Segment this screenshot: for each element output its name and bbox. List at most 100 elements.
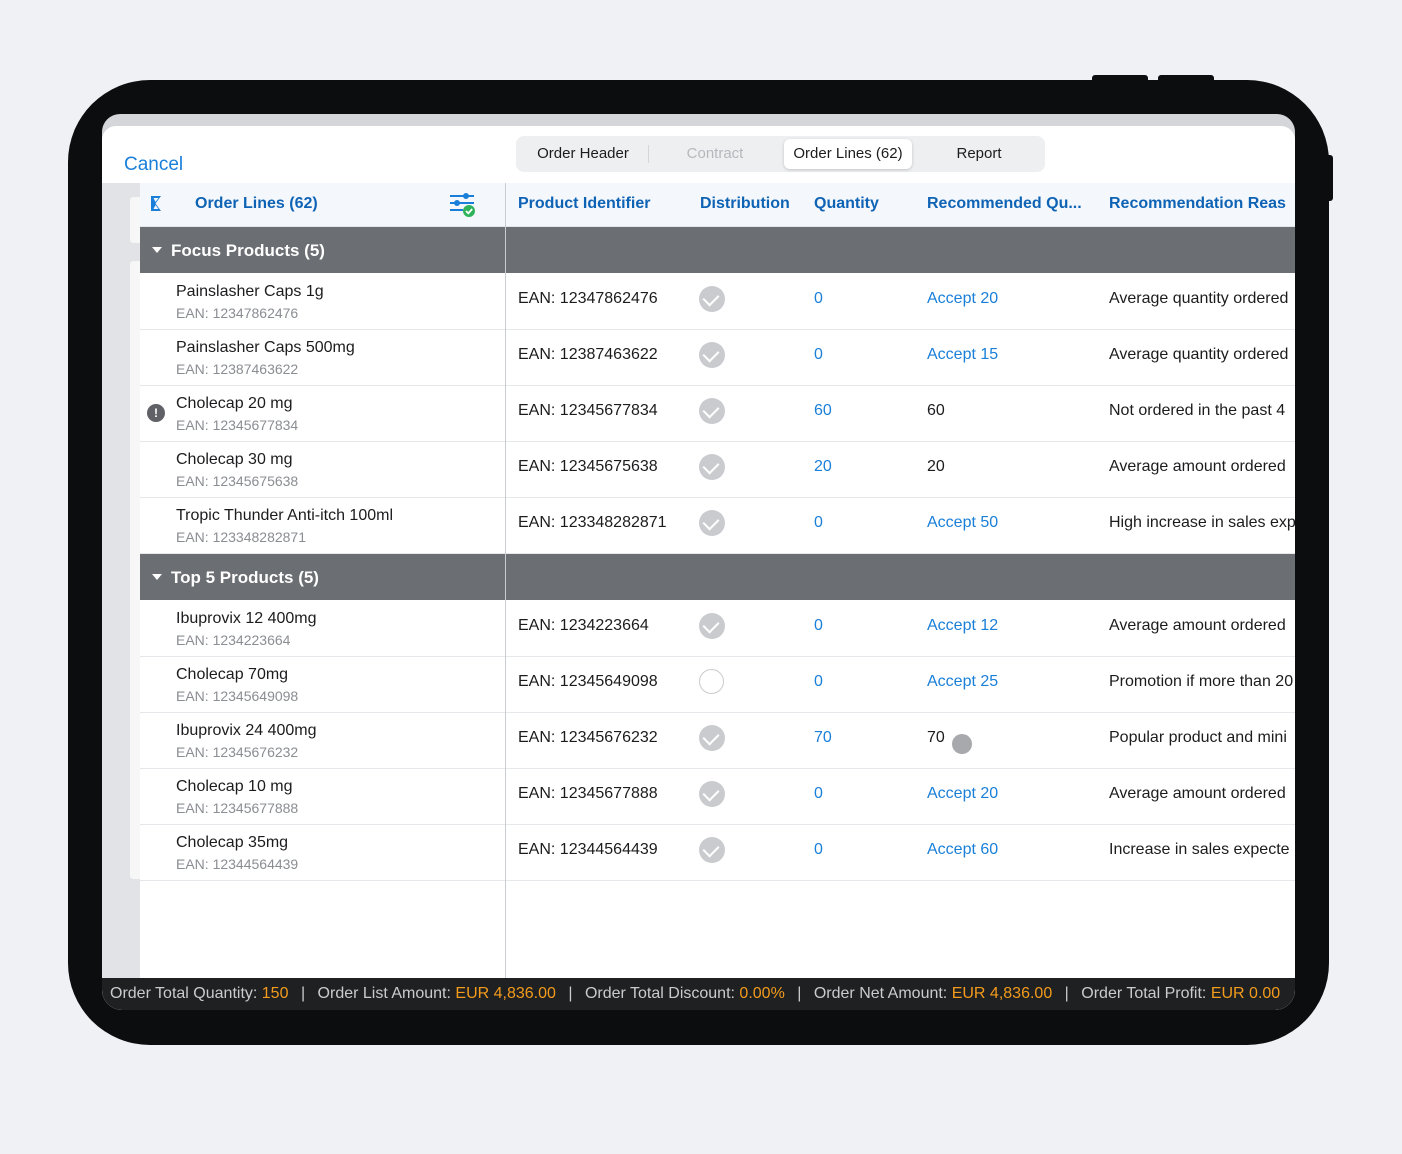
background-panel-card [130,261,140,879]
quantity-value[interactable]: 0 [814,617,823,635]
product-name: Cholecap 30 mg [176,451,293,468]
table-row[interactable]: Ibuprovix 12 400mg EAN: 1234223664 EAN: … [140,601,1295,657]
total-quantity-label: Order Total Quantity: [110,985,258,1002]
column-header-distribution[interactable]: Distribution [700,195,790,213]
recommendation-reason: Promotion if more than 20 [1109,673,1294,690]
device-side-button [1327,155,1333,201]
sigma-icon[interactable] [150,195,162,212]
recommended-quantity: 70 [927,729,945,746]
product-ean: EAN: 12345675638 [176,473,299,489]
recommendation-reason: High increase in sales exp [1109,514,1295,531]
accept-recommendation-link[interactable]: Accept 60 [927,841,998,859]
product-identifier: EAN: 1234223664 [518,617,649,634]
product-ean: EAN: 12345649098 [176,688,299,704]
accept-recommendation-link[interactable]: Accept 25 [927,673,998,691]
recommendation-reason: Average amount ordered [1109,785,1286,802]
profit-value: EUR 0.00 [1210,985,1281,1002]
column-header-recommended-quantity[interactable]: Recommended Qu... [927,195,1082,213]
quantity-value[interactable]: 0 [814,785,823,803]
empty-circle-icon[interactable] [699,669,724,694]
recommendation-reason: Average quantity ordered [1109,346,1289,363]
accept-recommendation-link[interactable]: Accept 20 [927,290,998,308]
product-ean: EAN: 12345676232 [176,744,299,760]
tab-report[interactable]: Report [916,139,1042,169]
quantity-value[interactable]: 0 [814,290,823,308]
separator: | [300,985,306,1002]
tab-segmented-control: Order Header Contract Order Lines (62) R… [516,136,1045,172]
filter-settings-icon[interactable] [449,192,476,218]
quantity-value[interactable]: 0 [814,346,823,364]
quantity-value[interactable]: 60 [814,402,832,420]
recommendation-reason: Not ordered in the past 4 [1109,402,1286,419]
profit-label: Order Total Profit: [1081,985,1207,1002]
product-ean: EAN: 12344564439 [176,856,299,872]
table-row[interactable]: Cholecap 10 mg EAN: 12345677888 EAN: 123… [140,769,1295,825]
product-identifier: EAN: 12347862476 [518,290,658,307]
order-sheet: Cancel Order Header Contract Order Lines… [102,126,1295,1010]
check-circle-icon[interactable] [699,837,725,863]
check-circle-icon[interactable] [699,286,725,312]
check-circle-icon[interactable] [699,613,725,639]
table-row[interactable]: Tropic Thunder Anti-itch 100ml EAN: 1233… [140,498,1295,554]
quantity-value[interactable]: 0 [814,514,823,532]
product-identifier: EAN: 12345677888 [518,785,658,802]
quantity-value[interactable]: 0 [814,841,823,859]
group-label: Top 5 Products (5) [152,568,319,588]
table-row[interactable]: Cholecap 30 mg EAN: 12345675638 EAN: 123… [140,442,1295,498]
column-header-quantity[interactable]: Quantity [814,195,879,213]
product-name: Cholecap 35mg [176,834,289,851]
tab-order-lines[interactable]: Order Lines (62) [784,139,912,169]
check-circle-icon[interactable] [699,342,725,368]
product-identifier: EAN: 12345675638 [518,458,658,475]
tab-order-header[interactable]: Order Header [520,139,646,169]
accept-recommendation-link[interactable]: Accept 12 [927,617,998,635]
product-name: Tropic Thunder Anti-itch 100ml [176,507,393,524]
recommendation-reason: Average amount ordered [1109,458,1286,475]
table-row[interactable]: Painslasher Caps 1g EAN: 12347862476 EAN… [140,274,1295,330]
group-title: Top 5 Products (5) [171,568,319,587]
product-identifier: EAN: 12387463622 [518,346,658,363]
recommended-quantity: 60 [927,402,945,419]
accept-recommendation-link[interactable]: Accept 15 [927,346,998,364]
separator: | [568,985,573,1002]
recommendation-reason: Popular product and mini [1109,729,1287,746]
caret-down-icon [152,573,162,580]
check-circle-icon[interactable] [699,781,725,807]
recommended-quantity: 20 [927,458,945,475]
column-header-recommendation-reason[interactable]: Recommendation Reas [1109,195,1286,213]
product-identifier: EAN: 12345677834 [518,402,658,419]
product-name: Cholecap 10 mg [176,778,293,795]
caret-down-icon [152,246,162,253]
product-ean: EAN: 12347862476 [176,305,299,321]
product-identifier: EAN: 123348282871 [518,514,667,531]
quantity-value[interactable]: 70 [814,729,832,747]
table-row[interactable]: Ibuprovix 24 400mg EAN: 12345676232 EAN:… [140,713,1295,769]
recommendation-reason: Average amount ordered [1109,617,1286,634]
quantity-value[interactable]: 20 [814,458,832,476]
tab-contract[interactable]: Contract [650,139,780,169]
separator: | [1064,985,1069,1002]
warning-icon[interactable]: ! [147,404,165,422]
group-label: Focus Products (5) [152,241,325,261]
table-row[interactable]: Cholecap 35mg EAN: 12344564439 EAN: 1234… [140,825,1295,881]
net-amount-label: Order Net Amount: [813,985,948,1002]
accept-recommendation-link[interactable]: Accept 20 [927,785,998,803]
group-header-focus-products[interactable]: Focus Products (5) [140,227,1295,273]
column-header-product-identifier[interactable]: Product Identifier [518,195,650,213]
cancel-button[interactable]: Cancel [124,154,183,176]
check-circle-icon[interactable] [699,454,725,480]
quantity-value[interactable]: 0 [814,673,823,691]
check-circle-icon[interactable] [699,510,725,536]
check-circle-icon[interactable] [699,398,725,424]
product-ean: EAN: 12345677888 [176,800,299,816]
accept-recommendation-link[interactable]: Accept 50 [927,514,998,532]
group-title: Focus Products (5) [171,241,325,260]
table-row[interactable]: Cholecap 70mg EAN: 12345649098 EAN: 1234… [140,657,1295,713]
device-button-top-2 [1158,75,1214,81]
group-header-top-5-products[interactable]: Top 5 Products (5) [140,554,1295,600]
product-ean: EAN: 12387463622 [176,361,299,377]
table-row[interactable]: Painslasher Caps 500mg EAN: 12387463622 … [140,330,1295,386]
check-circle-icon[interactable] [699,725,725,751]
separator: | [797,985,802,1002]
table-row[interactable]: ! Cholecap 20 mg EAN: 12345677834 EAN: 1… [140,386,1295,442]
